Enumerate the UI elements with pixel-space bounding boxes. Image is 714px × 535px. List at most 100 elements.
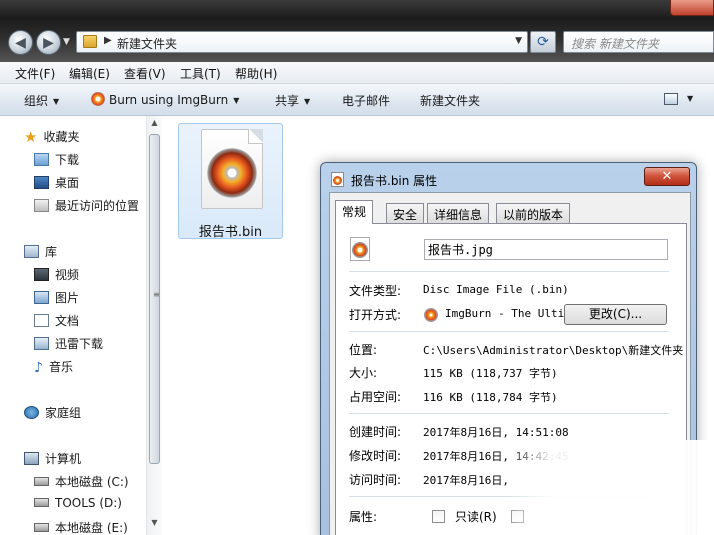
scroll-up-arrow-icon[interactable]: ▲ xyxy=(147,118,162,133)
imgburn-icon xyxy=(424,308,438,322)
refresh-icon: ⟳ xyxy=(537,34,549,50)
tab-previous-versions[interactable]: 以前的版本 xyxy=(496,203,571,223)
hard-drive-icon xyxy=(34,523,49,532)
readonly-checkbox[interactable] xyxy=(432,510,445,523)
recent-pages-dropdown-icon[interactable]: ▼ xyxy=(63,37,70,47)
recent-places-icon xyxy=(34,199,49,212)
burn-imgburn-button[interactable]: Burn using ImgBurn ▼ xyxy=(91,92,239,107)
dialog-title: 报告书.bin 属性 xyxy=(351,174,438,188)
dialog-close-button[interactable]: ✕ xyxy=(644,167,690,186)
refresh-button[interactable]: ⟳ xyxy=(530,31,556,53)
share-button[interactable]: 共享 ▼ xyxy=(275,92,310,109)
sidebar-item-drive-c[interactable]: 本地磁盘 (C:) xyxy=(34,473,129,493)
organize-button[interactable]: 组织 ▼ xyxy=(24,92,59,109)
navigation-scrollbar[interactable]: ▲ ≡ ▼ xyxy=(146,116,162,535)
divider xyxy=(349,271,669,272)
disc-image-file-icon xyxy=(201,129,263,209)
change-view-button[interactable]: ▼ xyxy=(664,91,702,109)
sidebar-item-desktop[interactable]: 桌面 xyxy=(34,174,79,194)
sidebar-item-videos[interactable]: 视频 xyxy=(34,266,79,286)
sidebar-item-xunlei[interactable]: 迅雷下载 xyxy=(34,335,103,355)
sidebar-item-downloads[interactable]: 下载 xyxy=(34,151,79,171)
sidebar-item-pictures[interactable]: 图片 xyxy=(34,289,79,309)
menu-file[interactable]: 文件(F) xyxy=(15,65,55,82)
sidebar-item-label: 文档 xyxy=(55,314,80,328)
email-button[interactable]: 电子邮件 xyxy=(342,92,390,109)
sidebar-item-drive-e[interactable]: 本地磁盘 (E:) xyxy=(34,519,128,535)
sidebar-item-drive-d[interactable]: TOOLS (D:) xyxy=(34,496,122,516)
file-name-field[interactable]: 报告书.jpg xyxy=(424,239,668,260)
chevron-down-icon: ▼ xyxy=(304,97,311,106)
tab-security[interactable]: 安全 xyxy=(386,203,425,223)
address-bar[interactable]: ▶ 新建文件夹 ▼ xyxy=(76,31,528,53)
address-dropdown-icon[interactable]: ▼ xyxy=(515,36,522,46)
document-icon xyxy=(34,314,49,327)
sidebar-item-label: 桌面 xyxy=(55,176,80,190)
sidebar-item-music[interactable]: ♪ 音乐 xyxy=(34,358,73,378)
back-arrow-icon: ◀ xyxy=(15,34,26,51)
forward-arrow-icon: ▶ xyxy=(43,34,54,51)
chevron-down-icon: ▼ xyxy=(687,94,694,103)
organize-label: 组织 xyxy=(24,94,49,108)
search-input[interactable]: 搜索 新建文件夹 xyxy=(563,31,714,53)
command-bar: 组织 ▼ Burn using ImgBurn ▼ 共享 ▼ 电子邮件 新建文件夹 ▼ xyxy=(0,84,714,116)
watermark-overlay xyxy=(505,440,714,535)
sidebar-item-label: 库 xyxy=(45,245,58,259)
modified-label: 修改时间: xyxy=(349,449,402,463)
window-close-button[interactable] xyxy=(670,0,714,16)
sidebar-item-homegroup[interactable]: 家庭组 xyxy=(24,404,81,424)
pictures-icon xyxy=(34,291,49,304)
file-type-label: 文件类型: xyxy=(349,284,402,298)
star-icon: ★ xyxy=(24,128,38,146)
sidebar-item-libraries[interactable]: 库 xyxy=(24,243,57,263)
navigation-pane: ★ 收藏夹 下载 桌面 最近访问的位置 库 视频 图片 文档 迅雷下载 ♪ 音乐 家… xyxy=(0,116,146,535)
share-label: 共享 xyxy=(275,94,300,108)
file-item-selected[interactable]: 报告书.bin xyxy=(178,123,283,240)
sidebar-item-label: 下载 xyxy=(55,153,80,167)
sidebar-item-computer[interactable]: 计算机 xyxy=(24,450,81,470)
open-with-label: 打开方式: xyxy=(349,308,402,322)
readonly-label[interactable]: 只读(R) xyxy=(455,508,497,525)
breadcrumb-separator-icon[interactable]: ▶ xyxy=(104,35,112,46)
sidebar-item-recent-places[interactable]: 最近访问的位置 xyxy=(34,197,139,217)
open-with-value: ImgBurn - The Ultim xyxy=(445,307,564,320)
sidebar-item-label: 本地磁盘 (C:) xyxy=(55,475,129,489)
sidebar-item-label: 本地磁盘 (E:) xyxy=(55,521,128,535)
new-folder-button[interactable]: 新建文件夹 xyxy=(420,92,480,109)
menu-bar: 文件(F) 编辑(E) 查看(V) 工具(T) 帮助(H) xyxy=(0,62,714,84)
menu-help[interactable]: 帮助(H) xyxy=(235,65,277,82)
file-icon xyxy=(331,172,344,187)
change-button[interactable]: 更改(C)... xyxy=(564,304,667,325)
menu-edit[interactable]: 编辑(E) xyxy=(69,65,110,82)
file-type-icon xyxy=(350,237,370,261)
menu-view[interactable]: 查看(V) xyxy=(124,65,166,82)
hard-drive-icon xyxy=(34,498,49,507)
sidebar-item-label: 图片 xyxy=(55,291,80,305)
close-icon: ✕ xyxy=(661,169,673,184)
size-on-disk-value: 116 KB (118,784 字节) xyxy=(423,391,558,404)
sidebar-item-label: 音乐 xyxy=(48,360,73,374)
file-type-value: Disc Image File (.bin) xyxy=(423,283,569,296)
breadcrumb-current-folder[interactable]: 新建文件夹 xyxy=(117,35,177,52)
sidebar-item-label: TOOLS (D:) xyxy=(55,496,122,510)
tab-details[interactable]: 详细信息 xyxy=(427,203,490,223)
search-placeholder: 搜索 新建文件夹 xyxy=(571,37,659,51)
video-icon xyxy=(34,268,49,281)
sidebar-item-favorites[interactable]: ★ 收藏夹 xyxy=(24,128,79,148)
scroll-down-arrow-icon[interactable]: ▼ xyxy=(147,518,162,533)
tab-general[interactable]: 常规 xyxy=(335,200,374,224)
file-name: 报告书.bin xyxy=(198,225,263,240)
scrollbar-thumb[interactable]: ≡ xyxy=(149,134,160,464)
chevron-down-icon: ▼ xyxy=(53,97,60,106)
sidebar-item-documents[interactable]: 文档 xyxy=(34,312,79,332)
forward-button[interactable]: ▶ xyxy=(36,30,61,55)
location-label: 位置: xyxy=(349,343,378,357)
back-button[interactable]: ◀ xyxy=(8,30,33,55)
burning-disc-icon xyxy=(207,148,257,198)
xunlei-folder-icon xyxy=(34,337,49,350)
menu-tools[interactable]: 工具(T) xyxy=(180,65,221,82)
downloads-folder-icon xyxy=(34,153,49,166)
attributes-label: 属性: xyxy=(349,510,378,524)
size-on-disk-label: 占用空间: xyxy=(349,390,402,404)
title-bar: ◀ ▶ ▼ ▶ 新建文件夹 ▼ ⟳ 搜索 新建文件夹 xyxy=(0,0,714,62)
